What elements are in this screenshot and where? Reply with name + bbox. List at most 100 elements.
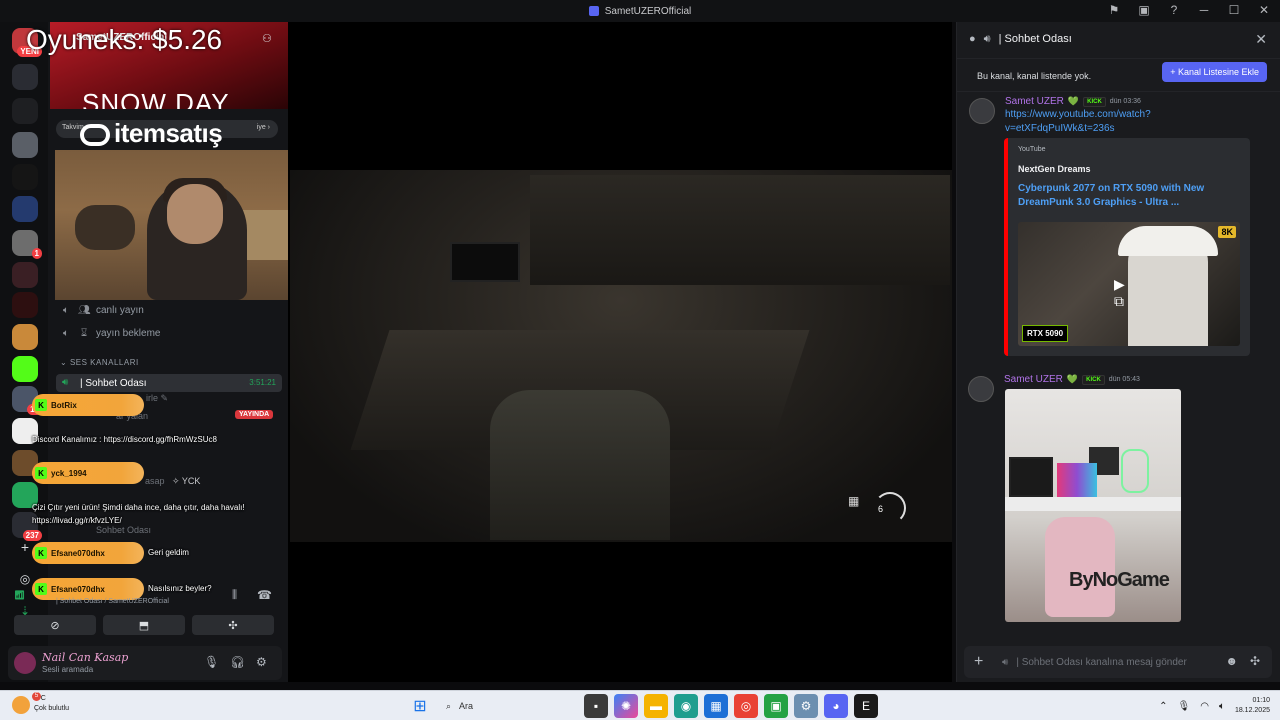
itemsatis-text: itemsatış: [114, 118, 223, 148]
server-kick-icon[interactable]: [12, 356, 38, 382]
avatar[interactable]: [14, 652, 36, 674]
taskbar-search[interactable]: ⌕ Ara: [438, 694, 578, 718]
windows-start-icon[interactable]: ⊞: [408, 694, 432, 718]
close-button[interactable]: ✕: [1256, 3, 1272, 17]
game-tv: [450, 242, 520, 282]
hourglass-icon: ⌛︎: [80, 328, 88, 339]
kick-icon: K: [35, 399, 47, 411]
maximize-button[interactable]: ☐: [1226, 3, 1242, 17]
kick-chat-username: Efsane070dhx: [51, 584, 105, 594]
chrome-icon[interactable]: ◎: [734, 694, 758, 718]
weather-icon: [12, 696, 30, 714]
server-valorant-icon[interactable]: [12, 98, 38, 124]
game-wall: [530, 175, 950, 285]
message-link[interactable]: https://www.youtube.com/watch?v=etXFdqPu…: [1005, 108, 1185, 136]
signal-icon: 📶︎: [14, 590, 26, 600]
activities-button[interactable]: ✣: [192, 615, 274, 635]
avatar[interactable]: [968, 376, 994, 402]
stream-view[interactable]: ▦ 6: [288, 22, 952, 682]
voice-connection-sub[interactable]: | Sohbet Odası / SametUZEROfficial: [56, 598, 169, 605]
server-3-icon[interactable]: [12, 132, 38, 158]
server-devil-icon[interactable]: [12, 292, 38, 318]
window-title-text: SametUZEROfficial: [604, 5, 692, 17]
screen-share-button[interactable]: ⬒: [103, 615, 185, 635]
webcam-face: [167, 184, 223, 244]
server-2-icon[interactable]: [12, 64, 38, 90]
headphones-icon[interactable]: 🎧︎: [230, 655, 245, 669]
microphone-icon[interactable]: 🎙︎: [204, 655, 219, 669]
apps-icon[interactable]: ✣: [1250, 654, 1260, 668]
camera-toggle-button[interactable]: ⊘: [14, 615, 96, 635]
heart-icon: 💚: [1066, 374, 1079, 384]
wifi-icon[interactable]: ◠: [1200, 701, 1209, 712]
channel-sohbet-odasi[interactable]: 🔊︎ | Sohbet Odası 3:51:21: [56, 374, 282, 392]
copilot-icon[interactable]: ✺: [614, 694, 638, 718]
embed-author[interactable]: NextGen Dreams: [1018, 164, 1091, 174]
embed-title[interactable]: Cyberpunk 2077 on RTX 5090 with New Drea…: [1018, 182, 1238, 210]
screen-share-icon: ⬒: [138, 619, 150, 632]
system-tray: ⌃ 🎙︎ ◠ 🔈︎ 01:10 18.12.2025: [1159, 695, 1270, 717]
screen-icon[interactable]: ▣: [1136, 3, 1152, 17]
message-timestamp: dün 03:36: [1109, 98, 1141, 105]
voice-connection-status[interactable]: 📶︎: [14, 590, 25, 601]
channel-canli-yayin[interactable]: 🔈︎ 👥︎ canlı yayın: [60, 305, 144, 316]
composer-placeholder: | Sohbet Odası kanalına mesaj gönder: [1016, 656, 1187, 668]
voice-member-note: irle ✎: [146, 393, 169, 403]
file-explorer-icon[interactable]: ▬: [644, 694, 668, 718]
thumbnail-rtx-badge: RTX 5090: [1022, 325, 1069, 342]
photo-desk: [1005, 497, 1181, 511]
chevron-up-icon[interactable]: ⌃: [1159, 701, 1167, 712]
weather-badge: 5: [32, 692, 41, 701]
volume-icon[interactable]: 🔈︎: [1219, 701, 1225, 712]
kick-icon: K: [35, 547, 47, 559]
help-icon[interactable]: ?: [1166, 3, 1182, 17]
people-icon: 👥︎: [78, 305, 91, 316]
server-5-icon[interactable]: [12, 262, 38, 288]
add-to-channel-list-button[interactable]: + Kanal Listesine Ekle: [1162, 62, 1267, 82]
server-dune-icon[interactable]: [12, 324, 38, 350]
invite-icon[interactable]: ⚇: [262, 32, 272, 45]
speaker-icon: 🔊︎: [983, 32, 991, 45]
weather-widget[interactable]: 5 8°C Çok bulutlu: [10, 692, 100, 718]
message-composer[interactable]: + 🔊︎ | Sohbet Odası kanalına mesaj gönde…: [964, 646, 1272, 678]
clock-time: 01:10: [1252, 697, 1270, 704]
app-green-icon[interactable]: ▣: [764, 694, 788, 718]
channel-label: canlı yayın: [96, 305, 144, 316]
window-titlebar: SametUZEROfficial ⚑ ▣ ? ─ ☐ ✕: [0, 0, 1280, 22]
add-attachment-icon[interactable]: +: [974, 653, 994, 671]
settings-app-icon[interactable]: ⚙: [794, 694, 818, 718]
message-author[interactable]: Samet UZER: [1005, 96, 1064, 107]
discord-app-icon: [588, 6, 599, 16]
task-view-icon[interactable]: ▪: [584, 694, 608, 718]
avatar[interactable]: [969, 98, 995, 124]
minimize-button[interactable]: ─: [1196, 3, 1212, 17]
play-icon[interactable]: ▶ ⧉: [1114, 276, 1138, 309]
channel-yayin-bekleme[interactable]: 🔈︎ ⌛︎ yayın bekleme: [60, 328, 160, 339]
user-name[interactable]: Nail Can Kasap: [42, 651, 128, 664]
epic-games-icon[interactable]: E: [854, 694, 878, 718]
server-aura-icon[interactable]: [12, 196, 38, 222]
kick-chat-username: Efsane070dhx: [51, 548, 105, 558]
edge-icon[interactable]: ◉: [674, 694, 698, 718]
voice-channels-header[interactable]: ⌄ SES KANALLARI: [60, 358, 139, 367]
close-icon[interactable]: ✕: [1255, 31, 1267, 48]
chevron-down-icon: ⌄: [60, 358, 70, 367]
store-icon[interactable]: ▦: [704, 694, 728, 718]
disconnect-icon[interactable]: ☎︎: [257, 588, 272, 602]
settings-gear-icon[interactable]: ⚙: [256, 655, 267, 669]
clock[interactable]: 01:10 18.12.2025: [1235, 696, 1270, 716]
noise-suppression-icon[interactable]: ⫼: [232, 589, 237, 602]
message-author[interactable]: Samet UZER: [1004, 374, 1063, 385]
youtube-embed: YouTube NextGen Dreams Cyberpunk 2077 on…: [1004, 138, 1250, 356]
image-attachment[interactable]: ByNoGame: [1005, 389, 1181, 622]
search-icon: ⌕: [446, 700, 452, 711]
voice-member-asap[interactable]: asap: [145, 476, 165, 486]
inbox-icon[interactable]: ⚑: [1106, 3, 1122, 17]
user-panel: Nail Can Kasap Sesli aramada 🎙︎ 🎧︎ ⚙: [8, 646, 282, 680]
server-4-icon[interactable]: 1: [12, 230, 42, 259]
discord-icon[interactable]: ◕: [824, 694, 848, 718]
microphone-tray-icon[interactable]: 🎙︎: [1178, 701, 1191, 712]
server-ycn-icon[interactable]: [12, 164, 38, 190]
embed-thumbnail[interactable]: ▶ ⧉ 8K RTX 5090: [1018, 222, 1240, 346]
emoji-icon[interactable]: ☻: [1225, 654, 1238, 668]
